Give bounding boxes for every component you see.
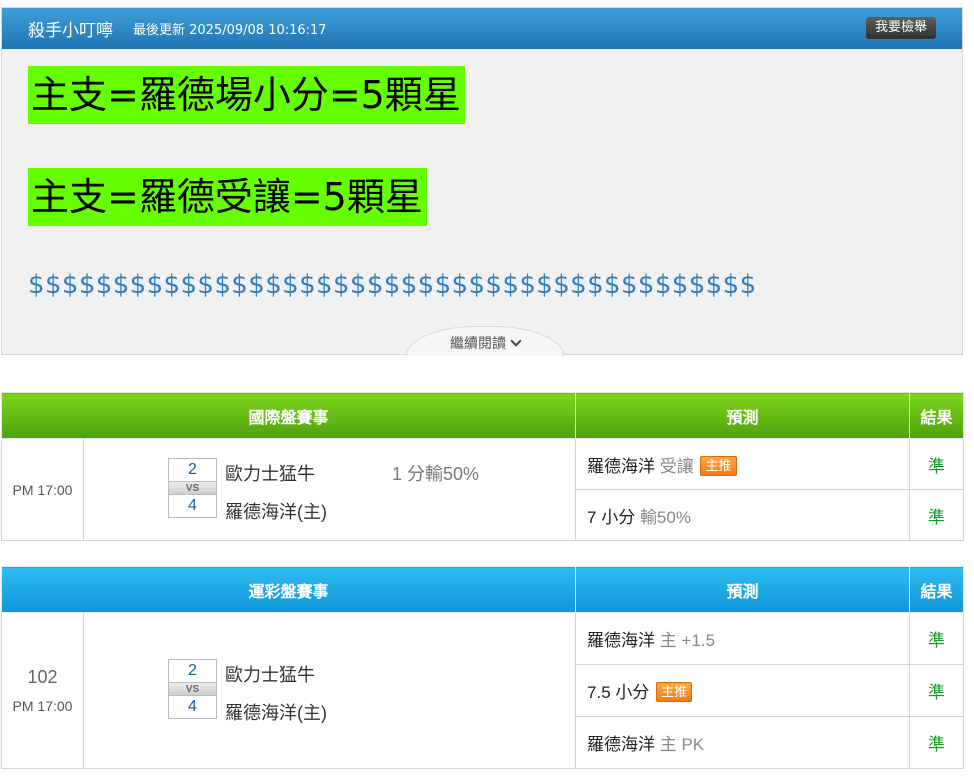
home-score: 2 — [188, 662, 197, 679]
table-row: PM 17:00 2 VS 4 歐力士猛牛 羅德海洋(主) 1 分輸50% 羅德… — [1, 438, 965, 541]
international-match-table: 國際盤賽事 預測 結果 PM 17:00 2 VS 4 歐力士猛牛 羅德海洋(主… — [0, 392, 965, 541]
result-cell: 準 — [909, 716, 965, 769]
table-row: 102 PM 17:00 2 VS 4 歐力士猛牛 羅德海洋(主) 羅德海洋 主… — [1, 612, 965, 769]
prediction-cell: 7 小分 輸50% — [575, 489, 911, 541]
prediction-cell: 羅德海洋 主 +1.5 — [575, 612, 911, 665]
prediction-cell: 羅德海洋 受讓 主推 — [575, 438, 911, 490]
away-team[interactable]: 羅德海洋(主) — [225, 699, 327, 725]
prediction-main: 羅德海洋 — [587, 735, 656, 754]
recommend-badge: 主推 — [700, 455, 737, 476]
match-time-cell: 102 PM 17:00 — [1, 612, 84, 769]
prediction-main: 羅德海洋 — [587, 456, 656, 476]
prediction-cell: 7.5 小分 主推 — [575, 664, 911, 717]
match-teams-cell: 2 VS 4 歐力士猛牛 羅德海洋(主) 1 分輸50% — [82, 438, 577, 541]
vs-label: VS — [169, 481, 216, 495]
highlight-line-1: 主支=羅德場小分=5顆星 — [28, 66, 465, 124]
highlight-line-2: 主支=羅德受讓=5顆星 — [28, 168, 427, 226]
article-panel: 殺手小叮嚀 最後更新 2025/09/08 10:16:17 我要檢舉 主支=羅… — [1, 7, 963, 356]
table-header-row: 運彩盤賽事 預測 結果 — [0, 566, 965, 613]
recommend-badge: 主推 — [656, 682, 693, 702]
away-team[interactable]: 羅德海洋(主) — [225, 498, 327, 524]
scoreboard: 2 VS 4 — [168, 458, 217, 518]
match-column-header: 國際盤賽事 — [0, 392, 577, 439]
match-time: PM 17:00 — [12, 481, 73, 498]
chevron-down-icon — [510, 335, 522, 347]
prediction-main: 7.5 小分 — [587, 683, 650, 702]
report-button[interactable]: 我要檢舉 — [865, 17, 936, 39]
home-team[interactable]: 歐力士猛牛 — [225, 661, 315, 687]
prediction-sub: 主 PK — [659, 735, 705, 754]
prediction-cell: 羅德海洋 主 PK — [575, 716, 911, 769]
result-cell: 準 — [909, 612, 965, 665]
result-column-header: 結果 — [909, 566, 965, 613]
prediction-main: 7 小分 — [587, 507, 636, 527]
prediction-sub: 主 +1.5 — [659, 631, 716, 650]
match-column-header: 運彩盤賽事 — [0, 566, 577, 613]
lottery-match-table: 運彩盤賽事 預測 結果 102 PM 17:00 2 VS 4 歐力士猛牛 羅德… — [0, 566, 965, 769]
vs-label: VS — [169, 682, 216, 696]
handicap-note: 1 分輸50% — [392, 464, 480, 484]
match-teams-cell: 2 VS 4 歐力士猛牛 羅德海洋(主) — [82, 612, 577, 769]
scoreboard: 2 VS 4 — [168, 659, 217, 719]
table-header-row: 國際盤賽事 預測 結果 — [0, 392, 965, 439]
last-updated: 最後更新 2025/09/08 10:16:17 — [133, 23, 327, 38]
home-score: 2 — [188, 461, 197, 478]
prediction-column-header: 預測 — [575, 566, 911, 613]
match-number: 102 — [27, 667, 58, 687]
result-cell: 準 — [909, 489, 965, 541]
match-time: PM 17:00 — [12, 698, 73, 714]
prediction-sub: 受讓 — [659, 456, 694, 476]
author-name[interactable]: 殺手小叮嚀 — [28, 16, 113, 41]
prediction-main: 羅德海洋 — [587, 631, 656, 650]
match-time-cell: PM 17:00 — [1, 438, 84, 541]
away-score: 4 — [188, 497, 197, 514]
home-team[interactable]: 歐力士猛牛 — [225, 460, 315, 486]
result-column-header: 結果 — [909, 392, 965, 439]
read-more-button[interactable]: 繼續閱讀 — [406, 326, 564, 356]
away-score: 4 — [188, 698, 197, 715]
dollar-line: $$$$$$$$$$$$$$$$$$$$$$$$$$$$$$$$$$$$$$$$… — [28, 270, 757, 300]
prediction-column-header: 預測 — [575, 392, 911, 439]
prediction-sub: 輸50% — [639, 507, 691, 527]
read-more-label: 繼續閱讀 — [450, 336, 506, 352]
result-cell: 準 — [909, 664, 965, 717]
article-titlebar: 殺手小叮嚀 最後更新 2025/09/08 10:16:17 我要檢舉 — [2, 8, 962, 49]
result-cell: 準 — [909, 438, 965, 490]
